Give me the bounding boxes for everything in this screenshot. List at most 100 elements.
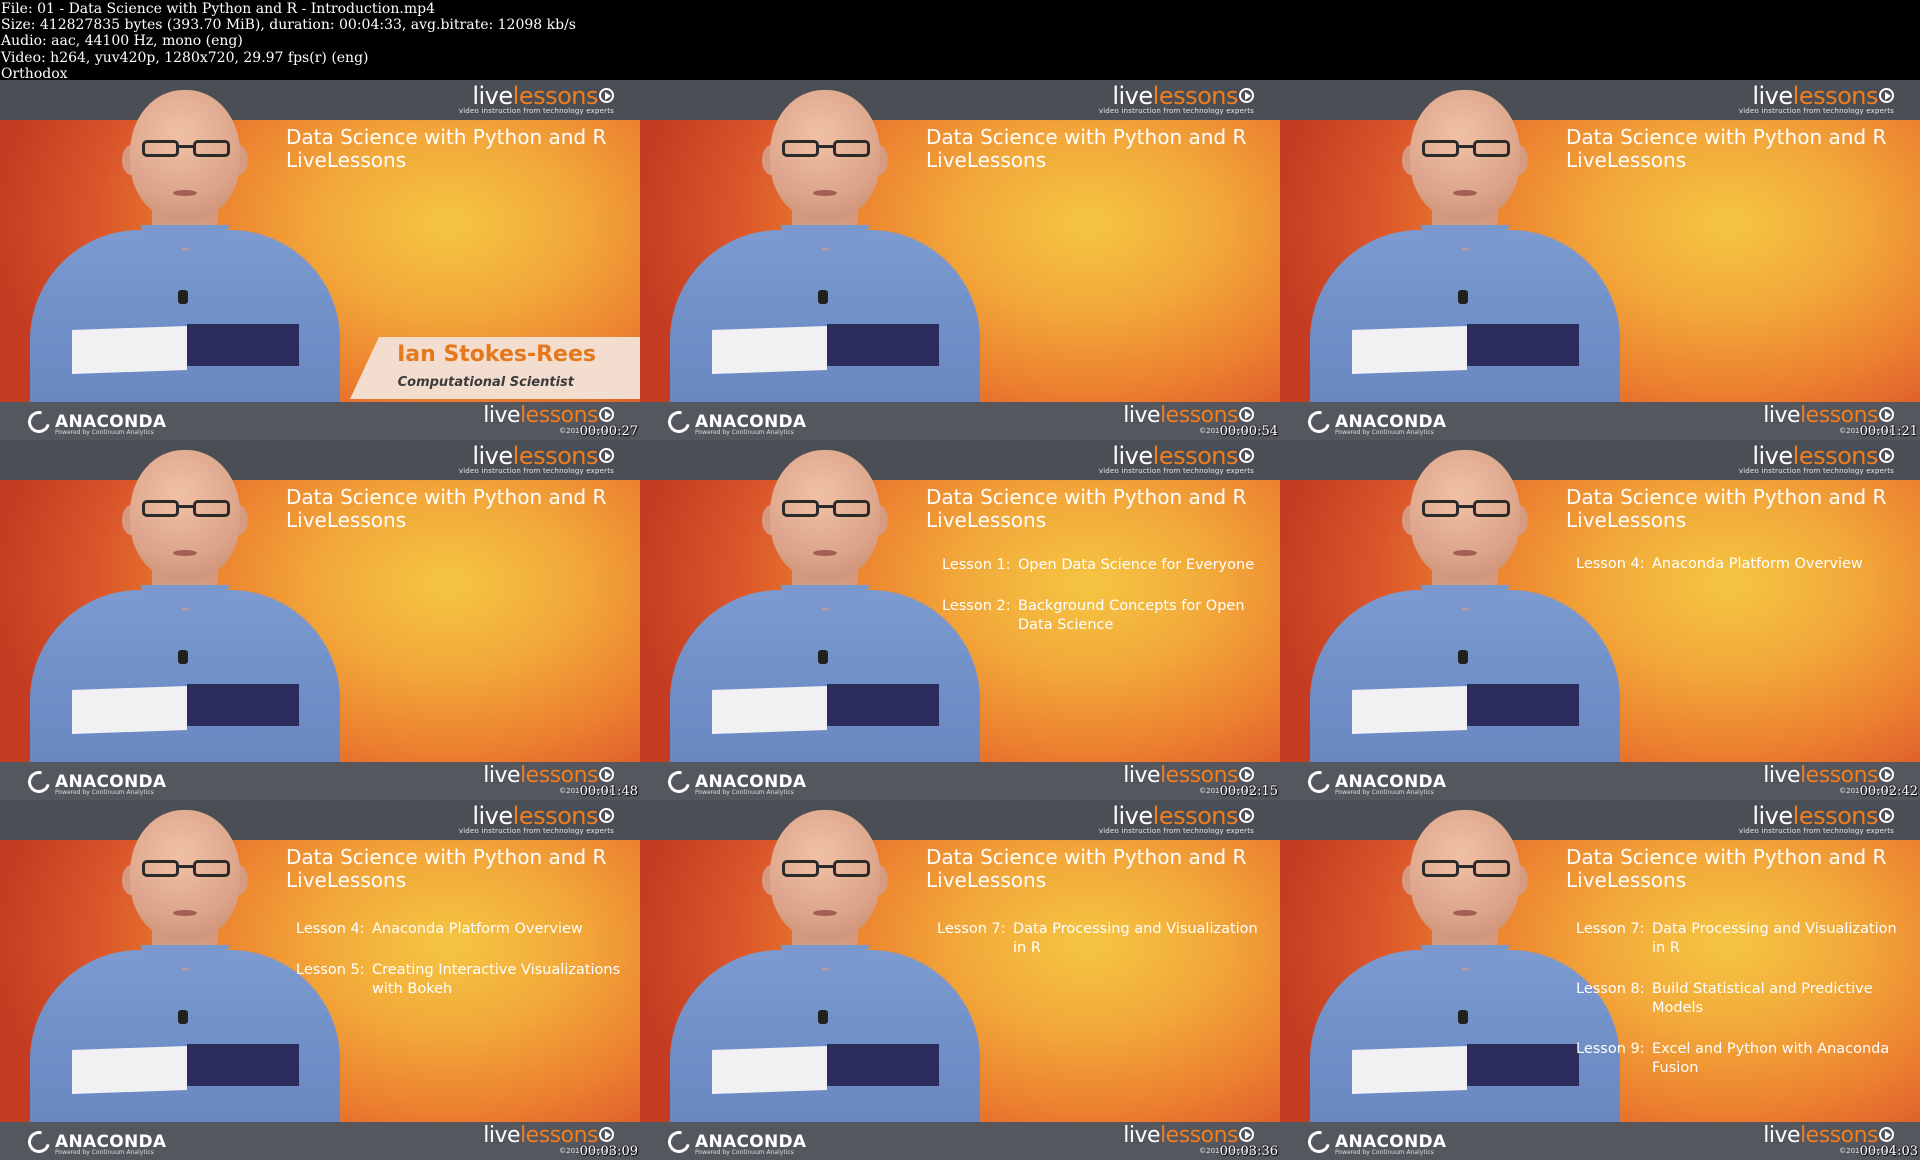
shirt-navy-stripe bbox=[827, 1044, 939, 1086]
lesson-name: Data Processing and Visualization in R bbox=[1652, 921, 1897, 956]
course-title: Data Science with Python and R LiveLesso… bbox=[286, 845, 607, 892]
glasses-icon bbox=[1422, 500, 1510, 518]
presenter-name: Ian Stokes-Rees bbox=[397, 342, 596, 367]
bottom-banner: ANACONDA Powered by Continuum Analytics … bbox=[640, 762, 1280, 800]
lesson-item: Lesson 2: Background Concepts for Open Da… bbox=[942, 597, 1272, 635]
anaconda-logo: ANACONDA Powered by Continuum Analytics bbox=[1303, 1126, 1446, 1158]
shirt-white-stripe bbox=[1352, 325, 1467, 375]
mouth-shape bbox=[813, 550, 837, 556]
thumbnail-grid: livelessons video instruction from techn… bbox=[0, 80, 1920, 1160]
timestamp-label: 00:01:48 bbox=[579, 784, 638, 799]
shirt-shape bbox=[670, 950, 980, 1125]
video-thumbnail-6[interactable]: livelessons video instruction from techn… bbox=[1280, 440, 1920, 800]
mouth-shape bbox=[173, 910, 197, 916]
play-icon bbox=[1239, 1126, 1254, 1142]
mouth-shape bbox=[1453, 190, 1477, 196]
presenter-figure bbox=[30, 90, 340, 405]
glasses-icon bbox=[782, 500, 870, 518]
shirt-white-stripe bbox=[712, 685, 827, 735]
shirt-shape bbox=[670, 230, 980, 405]
video-thumbnail-9[interactable]: livelessons video instruction from techn… bbox=[1280, 800, 1920, 1160]
lesson-number: Lesson 5: bbox=[296, 962, 365, 978]
shirt-shape bbox=[1310, 230, 1620, 405]
mouth-shape bbox=[813, 910, 837, 916]
video-thumbnail-2[interactable]: livelessons video instruction from techn… bbox=[640, 80, 1280, 440]
glasses-icon bbox=[142, 500, 230, 518]
lesson-number: Lesson 4: bbox=[296, 921, 365, 937]
logo-tagline: video instruction from technology expert… bbox=[1738, 467, 1894, 475]
logo-live-text: live bbox=[1752, 442, 1793, 470]
microphone-icon bbox=[818, 650, 828, 664]
video-thumbnail-1[interactable]: livelessons video instruction from techn… bbox=[0, 80, 640, 440]
lesson-item: Lesson 7: Data Processing and Visualizati… bbox=[937, 920, 1267, 958]
mouth-shape bbox=[1453, 550, 1477, 556]
logo-lessons-text: lessons bbox=[512, 802, 599, 830]
lesson-list: Lesson 4: Anaconda Platform Overview bbox=[1576, 555, 1906, 596]
anaconda-subtitle: Powered by Continuum Analytics bbox=[1335, 789, 1434, 796]
logo-live-text: live bbox=[483, 1123, 521, 1148]
course-title: Data Science with Python and R LiveLesso… bbox=[1566, 485, 1887, 532]
livelessons-logo: livelessons video instruction from techn… bbox=[459, 83, 614, 115]
video-thumbnail-8[interactable]: livelessons video instruction from techn… bbox=[640, 800, 1280, 1160]
shirt-shape bbox=[30, 230, 340, 405]
anaconda-ring-icon bbox=[1303, 1126, 1335, 1158]
play-icon bbox=[599, 87, 614, 103]
lesson-name: Excel and Python with Anaconda Fusion bbox=[1652, 1041, 1890, 1076]
video-thumbnail-3[interactable]: livelessons video instruction from techn… bbox=[1280, 80, 1920, 440]
glasses-icon bbox=[1422, 140, 1510, 158]
presenter-figure bbox=[670, 450, 980, 765]
lesson-number: Lesson 4: bbox=[1576, 556, 1645, 572]
play-icon bbox=[1239, 766, 1254, 782]
glasses-icon bbox=[782, 860, 870, 878]
microphone-icon bbox=[818, 290, 828, 304]
shirt-white-stripe bbox=[1352, 685, 1467, 735]
logo-lessons-text: lessons bbox=[512, 442, 599, 470]
video-metadata-header: File: 01 - Data Science with Python and … bbox=[0, 0, 1920, 82]
logo-live-text: live bbox=[483, 763, 521, 788]
timestamp-label: 00:04:03 bbox=[1859, 1144, 1918, 1159]
mouth-shape bbox=[813, 190, 837, 196]
meta-file-line: File: 01 - Data Science with Python and … bbox=[1, 1, 435, 17]
livelessons-logo: livelessons video instruction from techn… bbox=[1099, 443, 1254, 475]
anaconda-logo: ANACONDA Powered by Continuum Analytics bbox=[23, 1126, 166, 1158]
video-thumbnail-7[interactable]: livelessons video instruction from techn… bbox=[0, 800, 640, 1160]
lesson-item: Lesson 9: Excel and Python with Anaconda … bbox=[1576, 1040, 1906, 1078]
microphone-icon bbox=[178, 290, 188, 304]
play-icon bbox=[599, 1126, 614, 1142]
logo-live-text: live bbox=[1752, 802, 1793, 830]
anaconda-subtitle: Powered by Continuum Analytics bbox=[695, 789, 794, 796]
mouth-shape bbox=[173, 550, 197, 556]
logo-tagline: video instruction from technology expert… bbox=[458, 107, 614, 115]
shirt-shape bbox=[670, 590, 980, 765]
course-title: Data Science with Python and R LiveLesso… bbox=[926, 845, 1247, 892]
play-icon bbox=[1239, 447, 1254, 463]
play-icon bbox=[1239, 807, 1254, 823]
meta-size-line: Size: 412827835 bytes (393.70 MiB), dura… bbox=[1, 17, 576, 34]
livelessons-logo: livelessons video instruction from techn… bbox=[459, 443, 614, 475]
lesson-name: Creating Interactive Visualizations with… bbox=[372, 962, 621, 997]
glasses-icon bbox=[1422, 860, 1510, 878]
lesson-number: Lesson 8: bbox=[1576, 981, 1645, 997]
anaconda-ring-icon bbox=[663, 766, 695, 798]
lesson-name: Data Processing and Visualization in R bbox=[1013, 921, 1258, 956]
lesson-item: Lesson 7: Data Processing and Visualizati… bbox=[1576, 920, 1906, 958]
logo-live-text: live bbox=[1763, 403, 1801, 428]
video-thumbnail-5[interactable]: livelessons video instruction from techn… bbox=[640, 440, 1280, 800]
logo-live-text: live bbox=[472, 82, 513, 110]
meta-video-line: Video: h264, yuv420p, 1280x720, 29.97 fp… bbox=[1, 49, 369, 66]
shirt-white-stripe bbox=[712, 325, 827, 375]
logo-live-text: live bbox=[1112, 802, 1153, 830]
play-icon bbox=[1879, 87, 1894, 103]
presenter-figure bbox=[30, 450, 340, 765]
presenter-figure bbox=[670, 90, 980, 405]
shirt-navy-stripe bbox=[1467, 1044, 1579, 1086]
video-thumbnail-4[interactable]: livelessons video instruction from techn… bbox=[0, 440, 640, 800]
anaconda-ring-icon bbox=[23, 1126, 55, 1158]
timestamp-label: 00:02:15 bbox=[1219, 784, 1278, 799]
anaconda-logo: ANACONDA Powered by Continuum Analytics bbox=[1303, 406, 1446, 438]
logo-lessons-text: lessons bbox=[1152, 442, 1239, 470]
livelessons-logo: livelessons video instruction from techn… bbox=[1739, 443, 1894, 475]
logo-lessons-text: lessons bbox=[512, 82, 599, 110]
play-icon bbox=[1239, 406, 1254, 422]
shirt-shape bbox=[1310, 950, 1620, 1125]
